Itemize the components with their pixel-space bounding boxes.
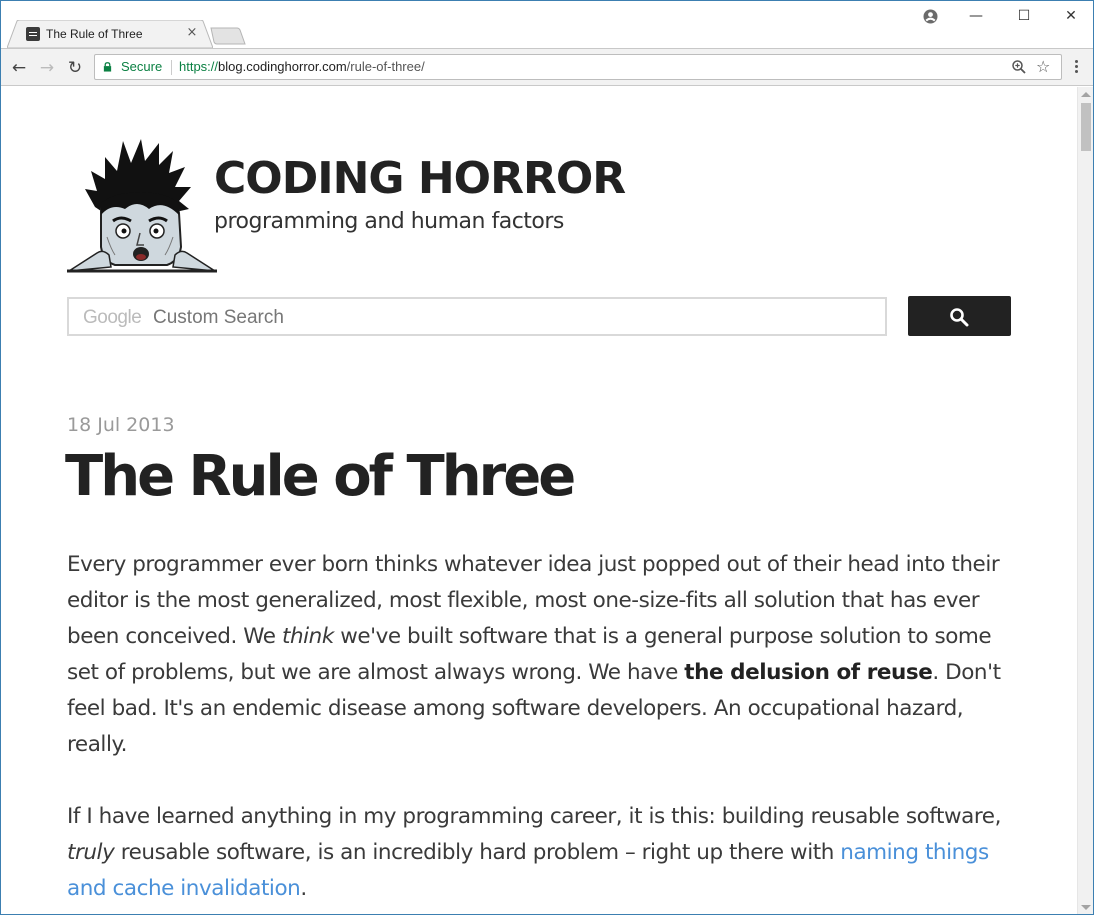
scroll-up-icon[interactable] <box>1081 92 1091 97</box>
search-placeholder: Custom Search <box>153 307 284 328</box>
paragraph-2: If I have learned anything in my program… <box>67 804 1001 901</box>
close-window-icon[interactable]: ✕ <box>1056 5 1086 27</box>
scroll-down-icon[interactable] <box>1081 905 1091 910</box>
forward-icon[interactable]: → <box>37 58 57 78</box>
maximize-icon[interactable]: ☐ <box>1009 5 1039 27</box>
tab-title: The Rule of Three <box>46 27 143 41</box>
vertical-scrollbar[interactable] <box>1077 87 1093 914</box>
zoom-icon[interactable] <box>1012 60 1026 74</box>
address-bar[interactable]: Secure https://blog.codinghorror.com/rul… <box>94 54 1062 80</box>
emphasis-truly: truly <box>67 840 115 865</box>
google-watermark: Google <box>83 307 142 328</box>
url-scheme: https:// <box>179 59 219 74</box>
minimize-icon[interactable]: — <box>961 5 991 27</box>
post-body: Every programmer ever born thinks whatev… <box>67 547 1017 914</box>
lock-icon <box>103 62 112 72</box>
url-text[interactable]: https://blog.codinghorror.com/rule-of-th… <box>179 59 425 74</box>
reload-icon[interactable]: ↻ <box>65 58 85 78</box>
search-button[interactable] <box>908 296 1011 336</box>
back-icon[interactable]: ← <box>9 58 29 78</box>
paragraph-1: Every programmer ever born thinks whatev… <box>67 552 1001 757</box>
tab-close-icon[interactable]: × <box>185 25 199 41</box>
omnibox-separator <box>171 60 172 75</box>
url-path: /rule-of-three/ <box>346 59 425 74</box>
title-bar: The Rule of Three × — ☐ ✕ <box>1 1 1093 48</box>
search-icon <box>950 308 969 327</box>
secure-label: Secure <box>121 59 163 74</box>
strong-delusion-of-reuse: the delusion of reuse <box>684 660 933 685</box>
url-host: blog.codinghorror.com <box>218 59 347 74</box>
browser-toolbar: ← → ↻ Secure https://blog.codinghorror.c… <box>1 48 1093 86</box>
bookmark-star-icon[interactable]: ☆ <box>1036 57 1050 76</box>
emphasis-think: think <box>281 624 334 649</box>
browser-window: The Rule of Three × — ☐ ✕ ← → ↻ Secure h… <box>0 0 1094 915</box>
browser-menu-icon[interactable] <box>1069 58 1083 78</box>
coding-horror-logo[interactable] <box>67 137 217 273</box>
site-title[interactable]: CODING HORROR <box>214 157 626 201</box>
post-date: 18 Jul 2013 <box>67 414 175 436</box>
favicon-icon <box>26 27 40 41</box>
site-description: programming and human factors <box>214 209 564 234</box>
scroll-thumb[interactable] <box>1081 103 1091 151</box>
page-viewport: CODING HORROR programming and human fact… <box>1 87 1077 914</box>
profile-icon[interactable] <box>923 9 938 24</box>
post-title: The Rule of Three <box>65 444 576 509</box>
new-tab-button[interactable] <box>210 27 246 45</box>
search-input[interactable]: Google Custom Search <box>67 297 887 336</box>
